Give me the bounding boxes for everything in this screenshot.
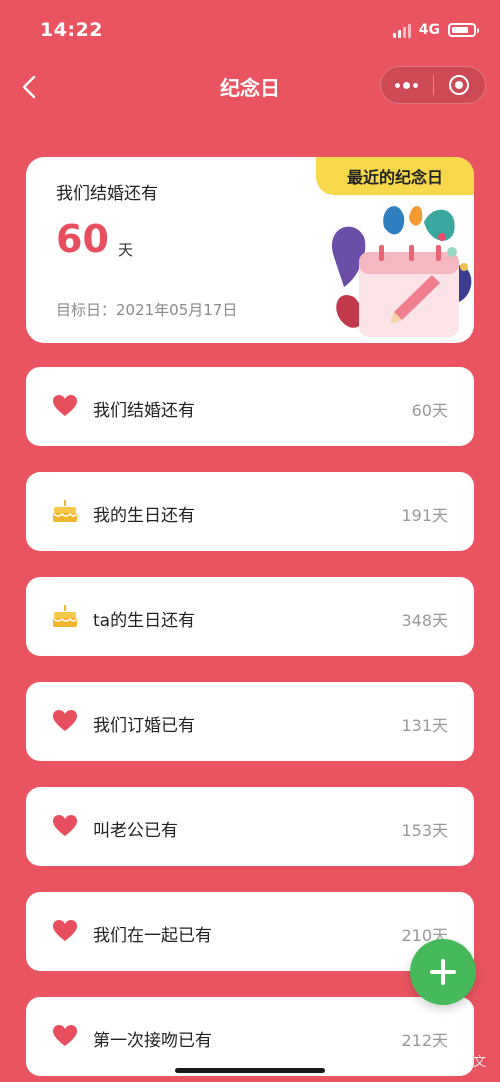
home-indicator[interactable] <box>175 1068 325 1073</box>
hero-day-unit: 天 <box>118 241 134 259</box>
item-days: 153天 <box>401 821 448 840</box>
battery-icon <box>448 23 479 37</box>
cake-icon <box>53 605 77 627</box>
list-item[interactable]: ta的生日还有 348天 <box>26 577 474 656</box>
signal-icon <box>392 22 411 38</box>
item-label: 我们订婚已有 <box>93 716 195 736</box>
network-type: 4G <box>418 22 440 38</box>
mini-program-capsule <box>380 66 486 104</box>
add-anniversary-button[interactable] <box>410 939 476 1005</box>
hero-title: 我们结婚还有 <box>56 184 158 204</box>
status-indicators: 4G <box>392 22 479 38</box>
list-item[interactable]: 我们在一起已有 210天 <box>26 892 474 971</box>
calendar-plants-illustration <box>331 205 472 337</box>
item-label: 我的生日还有 <box>93 506 195 526</box>
list-item[interactable]: 我们结婚还有 60天 <box>26 367 474 446</box>
hero-target-date: 目标日：2021年05月17日 <box>56 301 238 319</box>
item-days: 348天 <box>401 611 448 630</box>
status-bar: 14:22 4G <box>0 0 500 62</box>
status-time: 14:22 <box>40 19 103 41</box>
list-item[interactable]: 叫老公已有 153天 <box>26 787 474 866</box>
item-days: 191天 <box>401 506 448 525</box>
plus-icon <box>430 959 456 985</box>
list-item[interactable]: 我们订婚已有 131天 <box>26 682 474 761</box>
close-mini-program-button[interactable] <box>434 67 486 103</box>
item-label: 叫老公已有 <box>93 821 178 841</box>
heart-icon <box>53 710 77 731</box>
more-dots-icon <box>395 81 419 89</box>
target-circle-icon <box>449 75 470 95</box>
nav-bar: 纪念日 <box>0 62 500 112</box>
featured-anniversary-card[interactable]: 最近的纪念日 我们结婚还有 60 天 目标日：2021年05月17日 <box>26 157 474 343</box>
heart-icon <box>53 395 77 416</box>
more-button[interactable] <box>381 67 433 103</box>
hero-day-count: 60 <box>56 217 109 261</box>
item-days: 212天 <box>401 1031 448 1050</box>
list-item[interactable]: 我的生日还有 191天 <box>26 472 474 551</box>
heart-icon <box>53 1025 77 1046</box>
heart-icon <box>53 815 77 836</box>
item-label: 我们在一起已有 <box>93 926 212 946</box>
recent-anniversary-badge: 最近的纪念日 <box>316 157 474 195</box>
watermark: 知乎 @华文 <box>416 1055 486 1070</box>
item-label: 我们结婚还有 <box>93 401 195 421</box>
item-label: ta的生日还有 <box>93 611 196 631</box>
item-label: 第一次接吻已有 <box>93 1031 212 1051</box>
list-item[interactable]: 第一次接吻已有 212天 <box>26 997 474 1076</box>
item-days: 131天 <box>401 716 448 735</box>
cake-icon <box>53 500 77 522</box>
heart-icon <box>53 920 77 941</box>
item-days: 60天 <box>411 401 448 420</box>
